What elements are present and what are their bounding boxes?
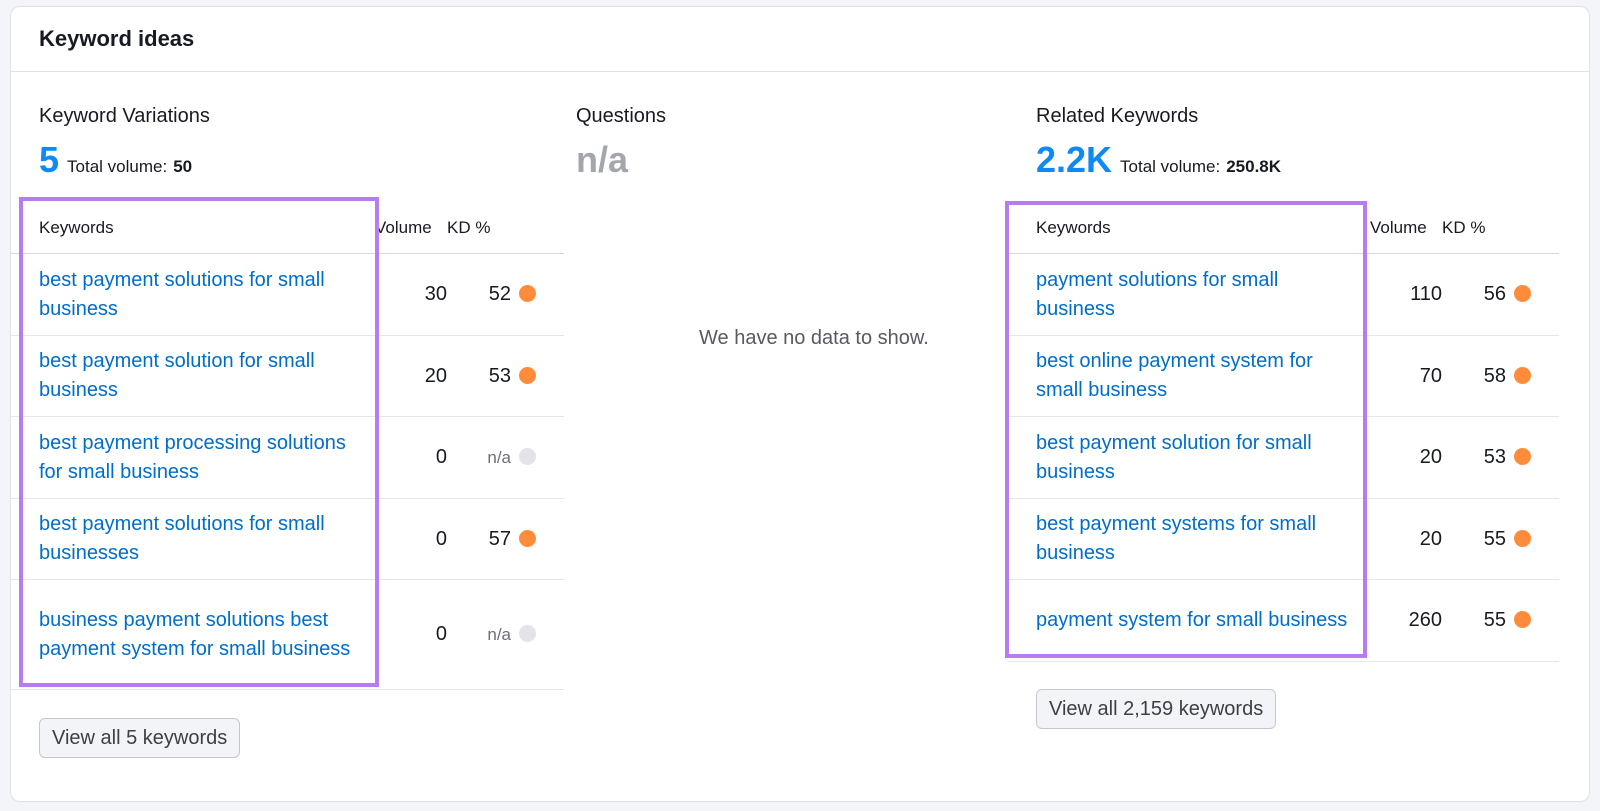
kd-cell: n/a [447, 579, 564, 690]
col-header-keywords[interactable]: Keywords [1008, 203, 1370, 254]
table-row: best payment solutions for small busines… [11, 253, 564, 336]
kd-difficulty-dot-icon [1514, 529, 1531, 547]
keyword-link[interactable]: best payment solutions for small busines… [39, 510, 363, 568]
keyword-link[interactable]: best payment systems for small business [1036, 510, 1358, 568]
variations-count[interactable]: 5 [39, 139, 59, 181]
keyword-cell: best payment solutions for small busines… [11, 253, 375, 336]
related-table: Keywords Volume KD % payment solutions f… [1008, 203, 1559, 662]
related-title: Related Keywords [1036, 105, 1199, 127]
col-header-kd[interactable]: KD % [447, 203, 564, 254]
kd-value: n/a [487, 625, 511, 644]
kd-cell: 58 [1442, 335, 1559, 417]
col-header-keywords[interactable]: Keywords [11, 203, 375, 254]
view-all-variations-button[interactable]: View all 5 keywords [39, 718, 241, 758]
kd-difficulty-dot-icon [1514, 448, 1531, 465]
table-row: payment system for small business 260 55 [1008, 579, 1559, 662]
keyword-cell: best payment solution for small business [11, 335, 375, 417]
questions-count: n/a [576, 139, 629, 180]
keyword-link[interactable]: best payment solutions for small busines… [39, 266, 363, 324]
kd-value: 55 [1483, 609, 1506, 631]
keyword-cell: best online payment system for small bus… [1008, 335, 1370, 417]
volume-cell: 110 [1370, 253, 1442, 336]
keyword-ideas-card: Keyword ideas Keyword Variations 5 Total… [10, 6, 1590, 802]
table-row: best payment solutions for small busines… [11, 498, 564, 580]
volume-cell: 0 [375, 498, 447, 580]
kd-value: 52 [488, 283, 511, 305]
keyword-link[interactable]: payment system for small business [1036, 606, 1358, 635]
keyword-cell: best payment processing solutions for sm… [11, 416, 375, 499]
keyword-link[interactable]: best payment solution for small business [1036, 429, 1358, 487]
keyword-cell: best payment solution for small business [1008, 416, 1370, 499]
variations-volume-value: 50 [173, 157, 193, 176]
kd-difficulty-dot-icon [1514, 611, 1531, 628]
col-header-volume[interactable]: Volume [375, 203, 447, 254]
view-all-related-button[interactable]: View all 2,159 keywords [1036, 689, 1277, 729]
volume-cell: 70 [1370, 335, 1442, 417]
keyword-link[interactable]: business payment solutions best payment … [39, 606, 363, 664]
kd-value: 56 [1483, 283, 1506, 305]
kd-difficulty-dot-icon [1514, 366, 1531, 384]
keyword-link[interactable]: best online payment system for small bus… [1036, 347, 1358, 405]
related-summary: 2.2K Total volume: 250.8K [1036, 139, 1281, 181]
table-row: payment solutions for small business 110 5… [1008, 253, 1559, 336]
related-volume-value: 250.8K [1226, 157, 1282, 176]
questions-title: Questions [576, 105, 667, 127]
volume-cell: 260 [1370, 579, 1442, 662]
kd-value: 55 [1483, 527, 1506, 550]
keyword-cell: payment solutions for small business [1008, 253, 1370, 336]
table-row: business payment solutions best payment … [11, 579, 564, 690]
related-count[interactable]: 2.2K [1036, 139, 1112, 181]
volume-cell: 20 [375, 335, 447, 417]
questions-empty-message: We have no data to show. [699, 327, 929, 349]
table-row: best payment processing solutions for sm… [11, 416, 564, 499]
kd-cell: 55 [1442, 498, 1559, 580]
keyword-link[interactable]: payment solutions for small business [1036, 266, 1358, 324]
volume-cell: 20 [1370, 498, 1442, 580]
kd-cell: 55 [1442, 579, 1559, 662]
volume-cell: 0 [375, 416, 447, 499]
card-title: Keyword ideas [11, 7, 1589, 72]
variations-volume-label: Total volume: [67, 157, 168, 176]
table-row: best payment solution for small business… [11, 335, 564, 417]
kd-difficulty-dot-icon [519, 448, 536, 465]
col-header-volume[interactable]: Volume [1370, 203, 1442, 254]
variations-summary: 5 Total volume: 50 [39, 139, 192, 181]
kd-value: 57 [488, 527, 511, 550]
kd-cell: n/a [447, 416, 564, 499]
keyword-link[interactable]: best payment solution for small business [39, 347, 363, 405]
table-row: best online payment system for small bus… [1008, 335, 1559, 417]
keyword-cell: business payment solutions best payment … [11, 579, 375, 690]
volume-cell: 20 [1370, 416, 1442, 499]
keyword-link[interactable]: best payment processing solutions for sm… [39, 429, 363, 487]
kd-value: n/a [487, 448, 511, 467]
kd-cell: 53 [447, 335, 564, 417]
kd-difficulty-dot-icon [519, 529, 536, 547]
kd-difficulty-dot-icon [519, 366, 536, 384]
volume-cell: 0 [375, 579, 447, 690]
keyword-cell: best payment solutions for small busines… [11, 498, 375, 580]
kd-difficulty-dot-icon [519, 625, 536, 642]
variations-table: Keywords Volume KD % best payment soluti… [11, 203, 564, 690]
col-header-kd[interactable]: KD % [1442, 203, 1559, 254]
kd-cell: 52 [447, 253, 564, 336]
kd-value: 53 [1483, 446, 1506, 468]
table-row: best payment solution for small business… [1008, 416, 1559, 499]
table-row: best payment systems for small business 2… [1008, 498, 1559, 580]
related-volume-label: Total volume: [1120, 157, 1221, 176]
keyword-cell: payment system for small business [1008, 579, 1370, 662]
variations-title: Keyword Variations [39, 105, 210, 127]
kd-cell: 56 [1442, 253, 1559, 336]
kd-difficulty-dot-icon [519, 285, 536, 302]
kd-cell: 57 [447, 498, 564, 580]
keyword-cell: best payment systems for small business [1008, 498, 1370, 580]
kd-value: 53 [488, 364, 511, 387]
kd-cell: 53 [1442, 416, 1559, 499]
volume-cell: 30 [375, 253, 447, 336]
kd-difficulty-dot-icon [1514, 285, 1531, 302]
kd-value: 58 [1483, 364, 1506, 387]
questions-summary: n/a [576, 139, 636, 181]
